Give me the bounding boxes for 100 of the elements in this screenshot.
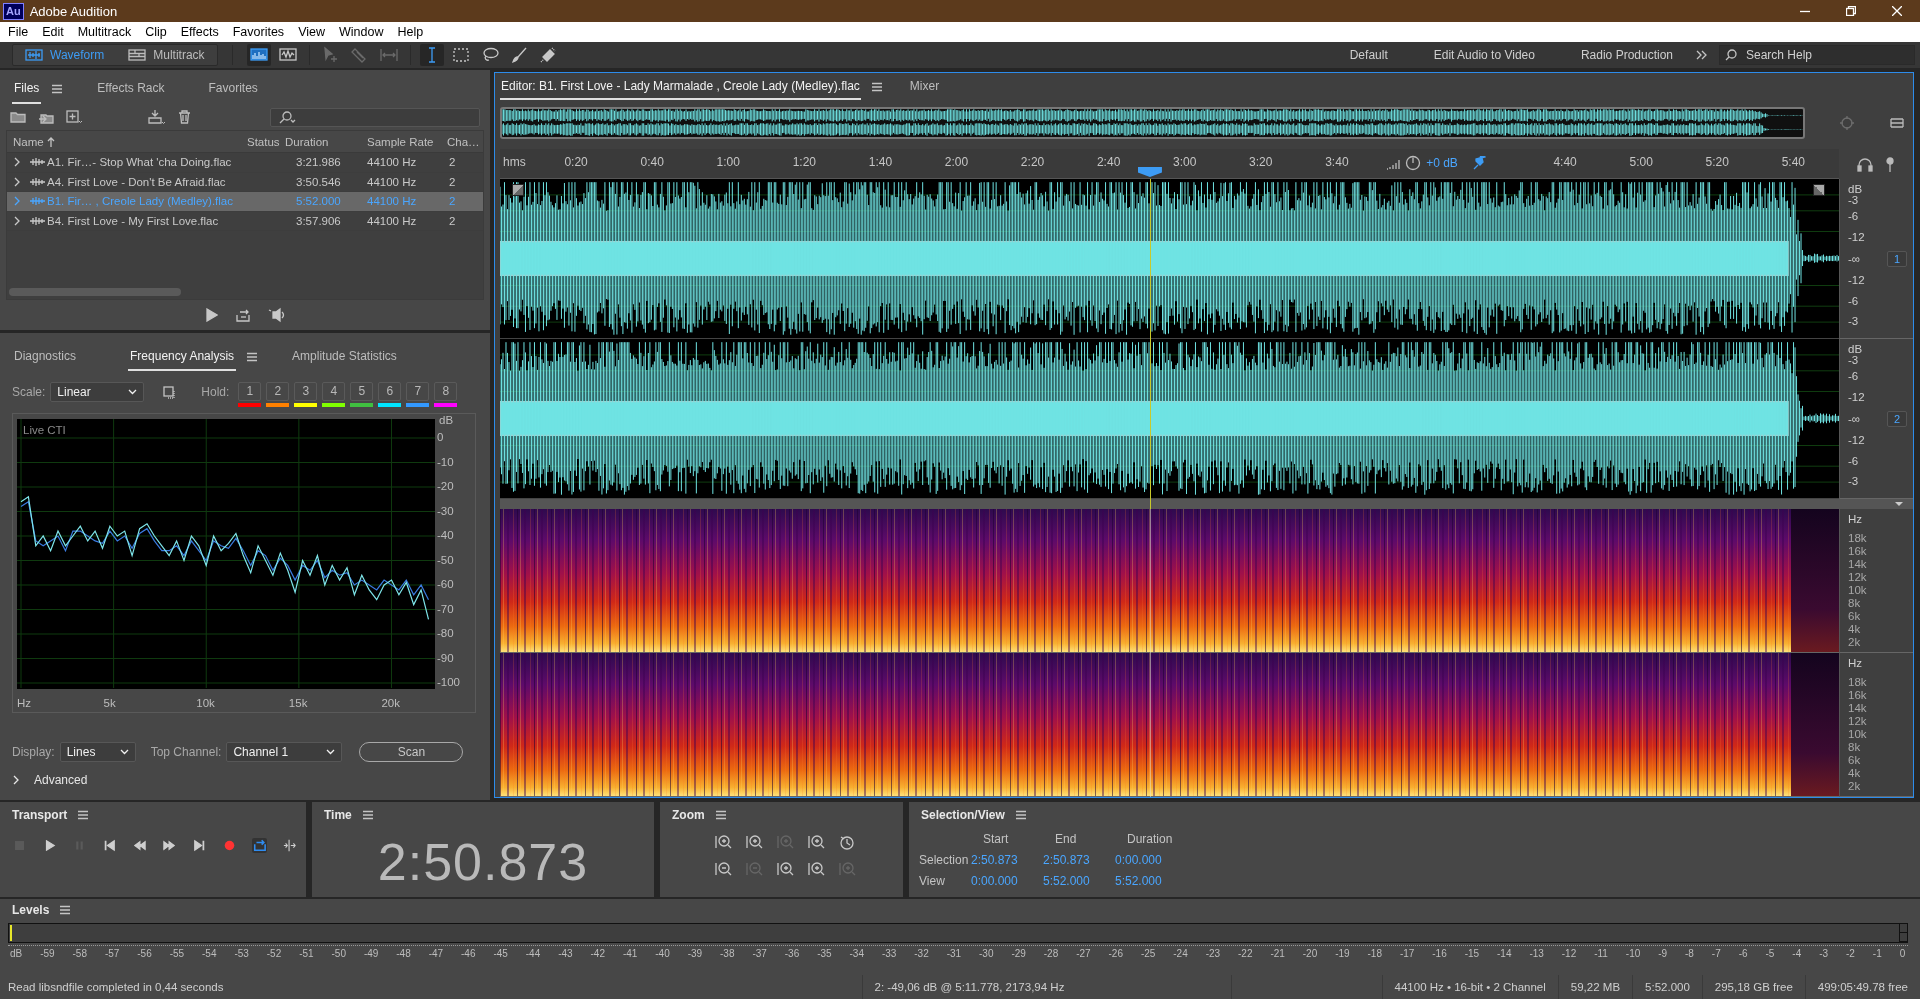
fade-handle[interactable] bbox=[1813, 184, 1825, 196]
time-value[interactable]: 0:00.000 bbox=[971, 874, 1043, 888]
column-header[interactable]: Sample Rate bbox=[363, 135, 443, 148]
pin-icon[interactable] bbox=[1885, 156, 1895, 172]
editor-tab[interactable]: Editor: B1. First Love - Lady Marmalade , Creole Lady (Medley).flac bbox=[500, 73, 861, 101]
zoom-in-icon[interactable] bbox=[807, 861, 825, 878]
skip-selection-icon[interactable] bbox=[282, 838, 297, 853]
menu-item[interactable]: Effects bbox=[173, 25, 226, 39]
knob-icon[interactable] bbox=[1405, 155, 1422, 171]
menu-item[interactable]: View bbox=[291, 25, 332, 39]
time-value[interactable]: 0:00.000 bbox=[1115, 853, 1187, 867]
menu-icon[interactable] bbox=[714, 809, 727, 821]
menu-item[interactable]: File bbox=[1, 25, 36, 39]
column-header[interactable]: Cha… bbox=[443, 135, 483, 148]
panel-tab[interactable]: Frequency Analysis bbox=[128, 343, 237, 371]
zoom-in-icon[interactable] bbox=[807, 834, 825, 851]
hold-button[interactable]: 4 bbox=[322, 381, 346, 401]
menu-item[interactable]: Help bbox=[390, 25, 431, 39]
search-field[interactable] bbox=[270, 107, 480, 127]
loop-icon[interactable] bbox=[252, 838, 267, 853]
tool-button[interactable] bbox=[419, 44, 444, 66]
column-header[interactable]: Name bbox=[13, 135, 44, 148]
tool-button[interactable] bbox=[246, 44, 271, 66]
time-value[interactable]: 2:50.873 bbox=[1043, 853, 1115, 867]
menu-item[interactable]: Edit bbox=[35, 25, 71, 39]
caret-icon[interactable] bbox=[1895, 502, 1903, 506]
menu-icon[interactable] bbox=[77, 809, 90, 821]
menu-icon[interactable] bbox=[51, 83, 64, 95]
new-file-icon[interactable] bbox=[66, 109, 83, 125]
channel-badge[interactable]: 2 bbox=[1887, 410, 1907, 427]
menu-icon[interactable] bbox=[1014, 809, 1027, 821]
zoom-out-icon[interactable] bbox=[714, 861, 732, 878]
scale-label: -4 bbox=[1792, 948, 1802, 959]
file-row[interactable]: A4. First Love - Don't Be Afraid.flac 3:50.546 44100 Hz 2 bbox=[7, 172, 483, 192]
menu-item[interactable]: Favorites bbox=[225, 25, 292, 39]
column-header[interactable]: Status bbox=[247, 135, 281, 148]
playhead-handle[interactable] bbox=[1137, 167, 1162, 177]
editor-tab[interactable]: Mixer bbox=[908, 73, 941, 101]
record-icon[interactable] bbox=[222, 838, 237, 853]
hold-button[interactable]: 1 bbox=[238, 381, 262, 401]
scale-label: -37 bbox=[752, 948, 767, 959]
workspace-tab[interactable]: Edit Audio to Video bbox=[1410, 48, 1558, 62]
insert-icon[interactable] bbox=[147, 109, 165, 125]
scale-dropdown[interactable]: Linear bbox=[50, 382, 145, 402]
play-icon[interactable] bbox=[205, 308, 218, 322]
hold-button[interactable]: 7 bbox=[406, 381, 430, 401]
hold-button[interactable]: 6 bbox=[378, 381, 402, 401]
skip-to-end-icon[interactable] bbox=[192, 838, 207, 853]
zoom-in-icon[interactable] bbox=[714, 834, 732, 851]
panel-tab[interactable]: Favorites bbox=[206, 74, 260, 104]
file-row[interactable]: A1. Fir…- Stop What 'cha Doing.flac 3:21.986 44100 Hz 2 bbox=[7, 153, 483, 173]
hold-overlay-icon[interactable] bbox=[163, 385, 177, 399]
workspace-tab[interactable]: Default bbox=[1326, 48, 1411, 62]
menu-item[interactable]: Multitrack bbox=[70, 25, 139, 39]
scrollbar-thumb[interactable] bbox=[9, 288, 181, 296]
panel-tab[interactable]: Files bbox=[12, 74, 42, 104]
menu-item[interactable]: Window bbox=[332, 25, 391, 39]
ruler-label: 1:20 bbox=[792, 155, 816, 169]
channel-badge[interactable]: 1 bbox=[1887, 250, 1907, 267]
skip-to-start-icon[interactable] bbox=[102, 838, 117, 853]
restore-icon[interactable] bbox=[1846, 6, 1856, 16]
column-header[interactable]: Duration bbox=[281, 135, 363, 148]
time-value[interactable]: 5:52.000 bbox=[1043, 874, 1115, 888]
menu-icon[interactable] bbox=[246, 351, 259, 363]
display-dropdown[interactable]: Lines bbox=[59, 742, 136, 762]
chevrons-icon[interactable] bbox=[1696, 50, 1707, 60]
menu-item[interactable]: Clip bbox=[138, 25, 174, 39]
headphones-icon[interactable] bbox=[1857, 156, 1873, 172]
autoplay-icon[interactable] bbox=[268, 307, 285, 323]
folder-icon[interactable] bbox=[10, 109, 26, 125]
view-mode-tab[interactable]: Multitrack bbox=[116, 45, 217, 65]
fast-forward-icon[interactable] bbox=[162, 838, 177, 853]
time-value[interactable]: 2:50.873 bbox=[971, 853, 1043, 867]
close-icon[interactable] bbox=[1892, 6, 1902, 16]
panel-tab[interactable]: Diagnostics bbox=[12, 343, 79, 371]
channel-dropdown[interactable]: Channel 1 bbox=[226, 742, 343, 762]
view-mode-tab[interactable]: Waveform bbox=[13, 45, 117, 65]
workspace-tab[interactable]: Radio Production bbox=[1557, 48, 1696, 62]
fade-handle[interactable] bbox=[512, 184, 524, 196]
panel-tab[interactable]: Effects Rack bbox=[95, 74, 167, 104]
list-icon[interactable] bbox=[1889, 115, 1905, 130]
trash-icon[interactable] bbox=[177, 109, 192, 125]
hold-button[interactable]: 5 bbox=[350, 381, 374, 401]
panel-tab[interactable]: Amplitude Statistics bbox=[290, 343, 399, 371]
menu-icon[interactable] bbox=[870, 80, 883, 93]
time-value[interactable]: 5:52.000 bbox=[1115, 874, 1187, 888]
scale-label: -38 bbox=[720, 948, 735, 959]
menu-icon[interactable] bbox=[361, 809, 374, 821]
zoom-in-icon[interactable] bbox=[745, 834, 763, 851]
hold-button[interactable]: 2 bbox=[266, 381, 290, 401]
menu-icon[interactable] bbox=[59, 904, 72, 916]
section-toggle[interactable]: Advanced bbox=[34, 773, 88, 787]
hold-button[interactable]: 8 bbox=[434, 381, 458, 401]
history-icon[interactable] bbox=[838, 834, 856, 851]
loop-icon[interactable] bbox=[236, 308, 250, 322]
file-row[interactable]: B4. First Love - My First Love.flac 3:57.906 44100 Hz 2 bbox=[7, 211, 483, 231]
rewind-icon[interactable] bbox=[132, 838, 147, 853]
hold-button[interactable]: 3 bbox=[294, 381, 318, 401]
zoom-in-icon[interactable] bbox=[776, 861, 794, 878]
search-field[interactable]: Search Help bbox=[1719, 45, 1915, 65]
